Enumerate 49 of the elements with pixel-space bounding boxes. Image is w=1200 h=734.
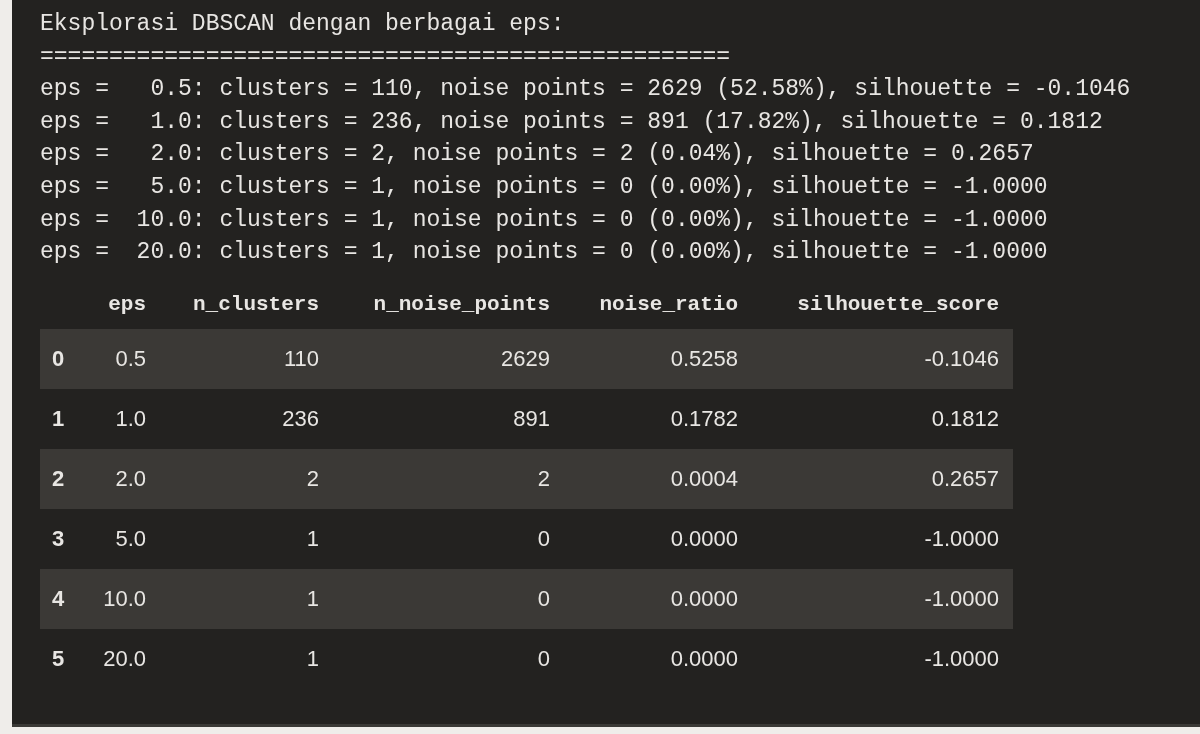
table-cell-text: -0.1046 — [924, 345, 999, 374]
table-cell-text: 1 — [306, 645, 319, 674]
table-cell-text: 0.0004 — [670, 465, 738, 494]
output-line: eps = 20.0: clusters = 1, noise points = 0 (0.00%), silhouette = -1.0000 — [40, 238, 1048, 268]
column-header: n_noise_points — [373, 292, 550, 318]
table-cell-text: 0.5 — [115, 345, 146, 374]
column-header: eps — [108, 292, 146, 318]
table-cell-text: 10.0 — [103, 585, 146, 614]
table-cell-text: 0.0000 — [670, 585, 738, 614]
column-header: n_clusters — [192, 292, 319, 318]
table-cell-text: 0.2657 — [931, 465, 999, 494]
output-line: eps = 10.0: clusters = 1, noise points = 0 (0.00%), silhouette = -1.0000 — [40, 205, 1048, 235]
table-cell-text: 236 — [282, 405, 319, 434]
row-index: 0 — [52, 346, 65, 372]
table-cell-text: 891 — [513, 405, 550, 434]
table-cell-text: 0.1782 — [670, 405, 738, 434]
table-cell-text: 20.0 — [103, 645, 146, 674]
table-cell-text: 0 — [537, 585, 550, 614]
table-cell-text: 0.0000 — [670, 645, 738, 674]
column-header: noise_ratio — [599, 292, 738, 318]
output-line: ================================================== — [40, 42, 731, 72]
row-index: 1 — [52, 406, 65, 432]
output-line: eps = 5.0: clusters = 1, noise points = 0 (0.00%), silhouette = -1.0000 — [40, 172, 1048, 202]
table-cell-text: 2 — [306, 465, 319, 494]
table-cell-text: 1 — [306, 585, 319, 614]
table-cell-text: 2629 — [501, 345, 550, 374]
table-cell-text: -1.0000 — [924, 525, 999, 554]
row-index: 5 — [52, 646, 65, 672]
table-cell-text: 1 — [306, 525, 319, 554]
table-cell-text: 2 — [537, 465, 550, 494]
output-line: eps = 0.5: clusters = 110, noise points = 2629 (52.58%), silhouette = -0.1046 — [40, 75, 1131, 105]
output-line: eps = 2.0: clusters = 2, noise points = 2 (0.04%), silhouette = 0.2657 — [40, 140, 1034, 170]
table-cell-text: 2.0 — [115, 465, 146, 494]
table-cell-text: 5.0 — [115, 525, 146, 554]
table-cell-text: -1.0000 — [924, 585, 999, 614]
row-index: 3 — [52, 526, 65, 552]
table-cell-text: 0.5258 — [670, 345, 738, 374]
table-cell-text: -1.0000 — [924, 645, 999, 674]
output-line: Eksplorasi DBSCAN dengan berbagai eps: — [40, 10, 565, 39]
table-cell-text: 1.0 — [115, 405, 146, 434]
table-cell-text: 110 — [283, 345, 319, 374]
row-index: 2 — [52, 466, 65, 492]
output-line: eps = 1.0: clusters = 236, noise points = 891 (17.82%), silhouette = 0.1812 — [40, 107, 1103, 137]
row-index: 4 — [52, 586, 65, 612]
table-cell-text: 0.0000 — [670, 525, 738, 554]
column-header: silhouette_score — [797, 292, 999, 318]
table-cell-text: 0 — [537, 525, 550, 554]
table-cell-text: 0 — [537, 645, 550, 674]
table-cell-text: 0.1812 — [931, 405, 999, 434]
